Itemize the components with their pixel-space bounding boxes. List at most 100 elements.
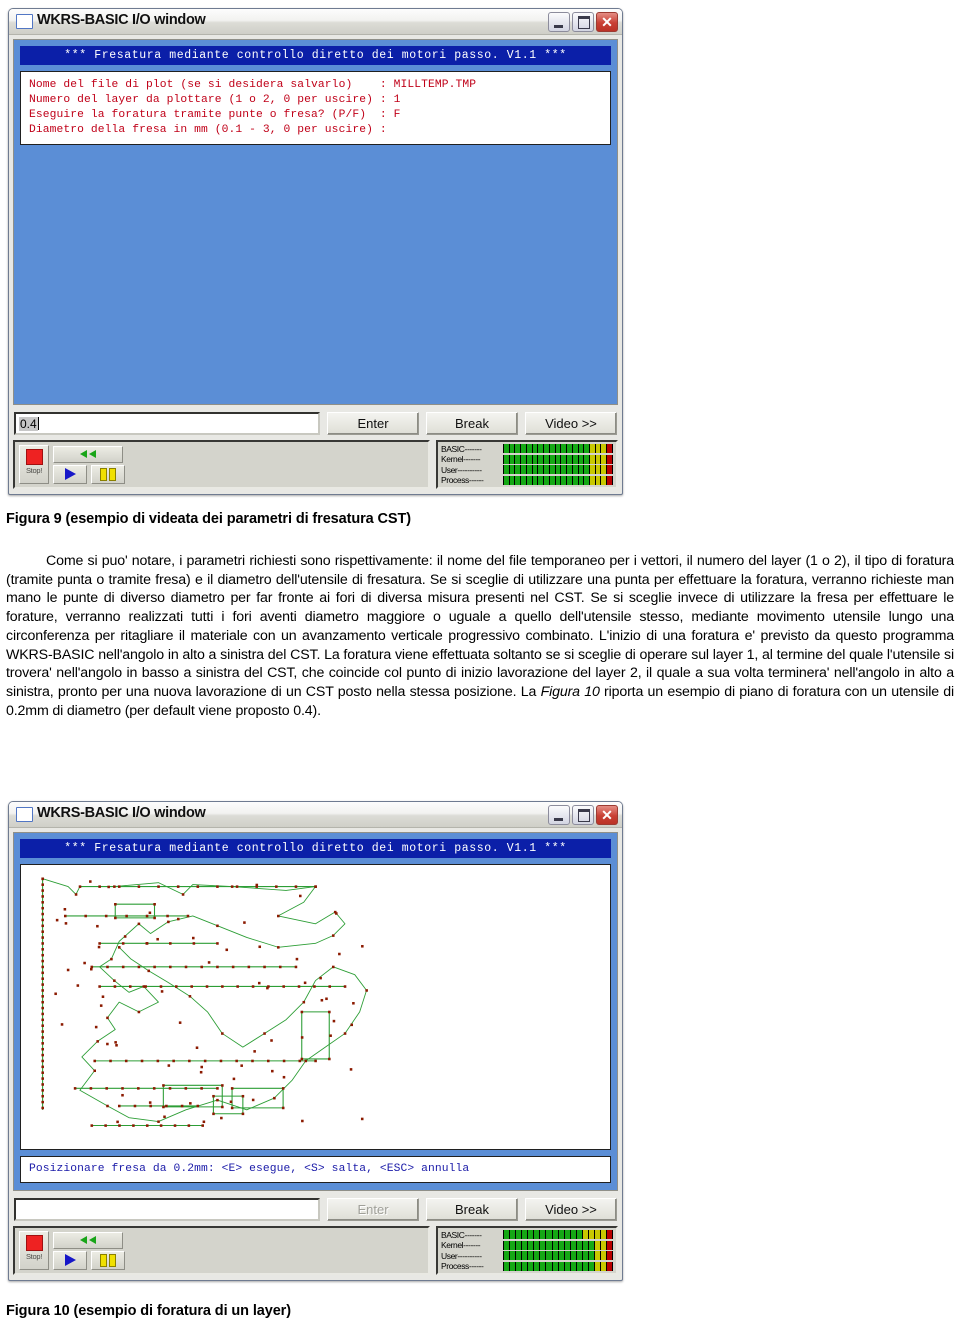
resource-meters-2: BASIC------- Kernel------- User---------… [436,1226,618,1275]
meter-bars [503,475,613,485]
play-triangle-icon [64,468,76,480]
close-button[interactable]: ✕ [596,12,618,32]
minimize-button[interactable] [548,805,570,825]
maximize-button[interactable] [572,12,594,32]
minimize-button[interactable] [548,12,570,32]
console1-line-4: Diametro della fresa in mm (0.1 - 3, 0 p… [29,124,387,136]
pause-button-2[interactable] [91,1250,125,1270]
meter-process-1: Process------ [441,475,613,486]
window1-control-bar: Stop! BASIC------- Kernel------- User---… [13,440,618,489]
meter-user-1: User---------- [441,464,613,475]
stop-square-icon [25,449,43,465]
transport-button-stack-1 [53,445,125,484]
command-input-1-value: 0.4 [19,416,38,431]
meter-label: Process------ [441,475,484,486]
window2-io-bar: Enter Break Video >> [13,1195,618,1224]
wkrs-basic-io-window-1[interactable]: WKRS-BASIC I/O window ✕ *** Fresatura me… [8,8,623,495]
meter-label: Process------ [441,1261,484,1272]
close-button[interactable]: ✕ [596,805,618,825]
transport-controls-1: Stop! [13,440,430,489]
stop-button-1[interactable]: Stop! [19,445,49,484]
body-paragraph: Come si puo' notare, i parametri richies… [6,552,954,720]
pause-bar-icon [100,467,107,481]
meter-process-2: Process------ [441,1261,613,1272]
play-button-1[interactable] [53,464,87,484]
play-button-2[interactable] [53,1250,87,1270]
meter-label: Kernel------- [441,454,481,465]
meter-user-2: User---------- [441,1250,613,1261]
meter-label: BASIC------- [441,443,482,454]
meter-label: Kernel------- [441,1240,481,1251]
window1-console: *** Fresatura mediante controllo diretto… [13,39,618,405]
window2-title: WKRS-BASIC I/O window [37,805,206,821]
meter-bars [503,1251,613,1261]
play-triangle-icon [64,1254,76,1266]
rewind-button-2[interactable] [53,1231,123,1249]
break-button-1[interactable]: Break [426,412,518,435]
resource-meters-1: BASIC------- Kernel------- User---------… [436,440,618,489]
stop-button-1-label: Stop! [25,466,42,475]
meter-bars [503,1261,613,1271]
pause-button-1[interactable] [91,464,125,484]
console1-line-1: Nome del file di plot (se si desidera sa… [29,79,477,91]
toolpath-svg [41,877,368,1127]
console1-line-2: Numero del layer da plottare (1 o 2, 0 p… [29,94,401,106]
meter-basic-1: BASIC------- [441,443,613,454]
window1-title: WKRS-BASIC I/O window [37,12,206,28]
window1-titlebar[interactable]: WKRS-BASIC I/O window ✕ [9,9,622,35]
pause-bar-icon [100,1253,107,1267]
stop-button-2-label: Stop! [25,1252,42,1261]
window2-console: *** Fresatura mediante controllo diretto… [13,832,618,1191]
console2-status-line: Posizionare fresa da 0.2mm: <E> esegue, … [29,1163,470,1175]
command-input-1[interactable]: 0.4 [14,412,320,435]
figure-10-reference: Figura 10 [540,683,600,700]
meter-bars [503,444,613,453]
window1-titlebar-buttons: ✕ [548,12,618,32]
wkrs-basic-io-window-2[interactable]: WKRS-BASIC I/O window ✕ *** Fresatura me… [8,801,623,1281]
console2-header: *** Fresatura mediante controllo diretto… [20,839,611,858]
pause-bar-icon [109,1253,116,1267]
video-button-2[interactable]: Video >> [525,1198,617,1221]
figure-10-caption: Figura 10 (esempio di foratura di un lay… [6,1303,291,1319]
console1-header: *** Fresatura mediante controllo diretto… [20,46,611,65]
rewind-arrow-icon [89,450,96,458]
enter-button-2[interactable]: Enter [327,1198,419,1221]
meter-bars [503,454,613,464]
meter-bars [503,1230,613,1239]
rewind-arrow-icon [89,1236,96,1244]
meter-label: BASIC------- [441,1229,482,1240]
console1-body: Nome del file di plot (se si desidera sa… [20,71,611,145]
meter-basic-2: BASIC------- [441,1229,613,1240]
rewind-button-1[interactable] [53,445,123,463]
body-text-part-1: Come si puo' notare, i parametri richies… [6,553,954,700]
video-button-1[interactable]: Video >> [525,412,617,435]
stop-button-2[interactable]: Stop! [19,1231,49,1270]
meter-kernel-2: Kernel------- [441,1240,613,1251]
command-input-2[interactable] [14,1198,320,1221]
pause-bar-icon [109,467,116,481]
console2-status: Posizionare fresa da 0.2mm: <E> esegue, … [20,1156,611,1183]
transport-button-stack-2 [53,1231,125,1270]
window2-titlebar[interactable]: WKRS-BASIC I/O window ✕ [9,802,622,828]
meter-label: User---------- [441,464,482,475]
meter-label: User---------- [441,1250,482,1261]
console1-empty-area [20,145,611,397]
maximize-button[interactable] [572,805,594,825]
window-icon [16,807,33,822]
window2-titlebar-buttons: ✕ [548,805,618,825]
meter-bars [503,465,613,475]
stop-square-icon [25,1235,43,1251]
rewind-arrow-icon [80,450,87,458]
window1-io-bar: 0.4 Enter Break Video >> [13,409,618,438]
window2-control-bar: Stop! BASIC------- Kernel------- User---… [13,1226,618,1275]
transport-controls-2: Stop! [13,1226,430,1275]
meter-bars [503,1240,613,1250]
meter-kernel-1: Kernel------- [441,454,613,465]
window-icon [16,14,33,29]
console1-line-3: Eseguire la foratura tramite punte o fre… [29,109,401,121]
enter-button-1[interactable]: Enter [327,412,419,435]
toolpath-plot [20,864,611,1150]
figure-9-caption: Figura 9 (esempio di videata dei paramet… [6,511,411,527]
rewind-arrow-icon [80,1236,87,1244]
break-button-2[interactable]: Break [426,1198,518,1221]
